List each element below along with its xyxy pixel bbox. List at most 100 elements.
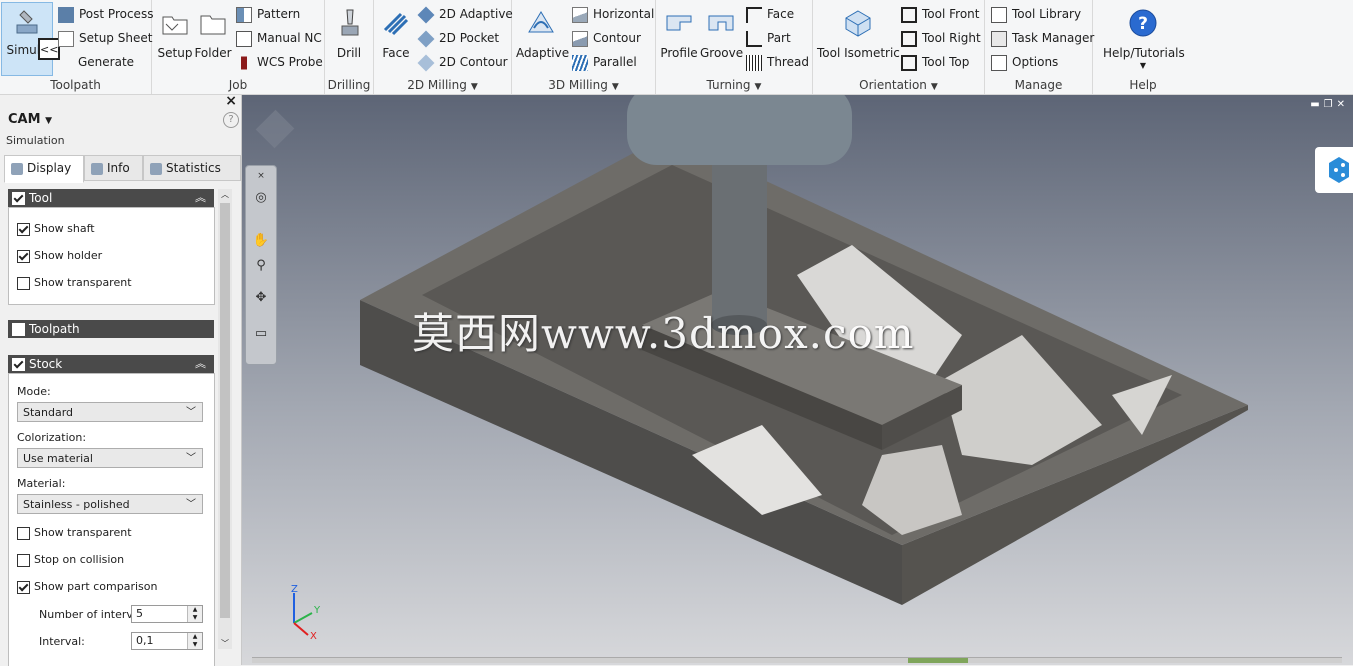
3d-viewport[interactable]: × ◎ ✋ ⚲ ✥ ▭ ▬❐✕ 莫西网www.3dmox.com Z Y X (242, 95, 1353, 665)
close-icon[interactable]: × (225, 93, 237, 109)
group-label-help: Help (1129, 78, 1157, 92)
tool-top-button[interactable]: Tool Top (901, 52, 969, 72)
horizontal-label: Horizontal (593, 7, 655, 21)
show-holder-label: Show holder (34, 249, 103, 262)
setup-button[interactable]: Setup (156, 4, 194, 60)
tool-front-label: Tool Front (922, 7, 980, 21)
face-button[interactable]: Face (378, 4, 414, 60)
interval-stepper[interactable]: 0,1 ▲ ▼ (131, 632, 203, 650)
restore-icon[interactable]: ❐ (1324, 99, 1337, 110)
part-button[interactable]: Part (746, 28, 791, 48)
show-holder-checkbox[interactable] (17, 249, 30, 263)
intervals-stepper[interactable]: 5 ▲ ▼ (131, 605, 203, 623)
adaptive-button[interactable]: Adaptive (516, 4, 569, 60)
tab-display[interactable]: Display (4, 155, 84, 183)
toolpath-section-checkbox[interactable] (12, 323, 25, 336)
stop-on-collision-checkbox[interactable] (17, 553, 30, 567)
task-manager-button[interactable]: Task Manager (991, 28, 1094, 48)
parallel-button[interactable]: Parallel (572, 52, 637, 72)
info-icon (91, 162, 103, 175)
show-part-comparison-label: Show part comparison (34, 580, 158, 593)
statistics-icon (150, 162, 162, 175)
wcs-probe-icon (241, 54, 247, 71)
stepper-arrows-icon[interactable]: ▲ ▼ (187, 606, 202, 622)
horizontal-button[interactable]: Horizontal (572, 4, 654, 24)
tool-show-transparent-checkbox[interactable] (17, 276, 30, 290)
colorization-select[interactable]: Use material ﹀ (17, 448, 203, 468)
post-process-button[interactable]: Post Process (58, 4, 153, 24)
2d-contour-button[interactable]: 2D Contour (417, 52, 508, 72)
tool-isometric-button[interactable]: Tool Isometric (817, 4, 900, 60)
timeline-thumb[interactable] (908, 658, 968, 663)
tool-section-checkbox[interactable] (12, 192, 25, 205)
tool-section-header[interactable]: Tool ︽ (8, 189, 214, 207)
chevron-down-icon: ▼ (754, 82, 762, 92)
stock-section-checkbox[interactable] (12, 358, 25, 371)
panel-title-dropdown[interactable]: CAM ▼ (8, 112, 52, 127)
show-holder-option[interactable]: Show holder (17, 249, 102, 263)
close-icon[interactable]: × (251, 166, 271, 186)
tab-info[interactable]: Info (84, 155, 143, 181)
mode-select[interactable]: Standard ﹀ (17, 402, 203, 422)
wcs-probe-label: WCS Probe (257, 55, 323, 69)
collapse-panel-button[interactable]: << (38, 38, 60, 60)
generate-button[interactable]: Generate (78, 52, 134, 72)
scroll-down-icon[interactable]: ﹀ (218, 638, 232, 649)
group-label-manage: Manage (1014, 78, 1063, 92)
2d-adaptive-button[interactable]: 2D Adaptive (417, 4, 513, 24)
timeline-scrollbar[interactable] (252, 657, 1342, 663)
tab-statistics-label: Statistics (166, 161, 221, 175)
tool-library-button[interactable]: Tool Library (991, 4, 1081, 24)
share-widget-icon[interactable] (1315, 147, 1353, 193)
tool-right-button[interactable]: Tool Right (901, 28, 981, 48)
contour-button[interactable]: Contour (572, 28, 641, 48)
2d-pocket-button[interactable]: 2D Pocket (417, 28, 499, 48)
stock-show-transparent-checkbox[interactable] (17, 526, 30, 540)
group-label-2d-milling[interactable]: 2D Milling ▼ (374, 78, 511, 92)
minimize-icon[interactable]: ▬ (1310, 99, 1323, 110)
stock-show-transparent-option[interactable]: Show transparent (17, 526, 132, 540)
setup-sheet-button[interactable]: Setup Sheet (58, 28, 152, 48)
stock-section-title: Stock (29, 357, 63, 371)
folder-button[interactable]: Folder (194, 4, 232, 60)
orbit-icon[interactable]: ✥ (251, 288, 271, 308)
scrollbar-thumb[interactable] (220, 203, 230, 618)
group-label-3d-milling[interactable]: 3D Milling ▼ (512, 78, 655, 92)
pan-icon[interactable]: ✋ (251, 231, 271, 251)
zoom-icon[interactable]: ⚲ (251, 256, 271, 276)
group-label-orientation[interactable]: Orientation ▼ (813, 78, 984, 92)
scroll-up-icon[interactable]: ︿ (218, 189, 232, 200)
face-icon (383, 12, 409, 36)
show-part-comparison-checkbox[interactable] (17, 580, 30, 594)
stop-on-collision-option[interactable]: Stop on collision (17, 553, 124, 567)
toolpath-section-header[interactable]: Toolpath (8, 320, 214, 338)
stepper-arrows-icon[interactable]: ▲ ▼ (187, 633, 202, 649)
tool-front-button[interactable]: Tool Front (901, 4, 979, 24)
show-part-comparison-option[interactable]: Show part comparison (17, 580, 157, 594)
look-at-icon[interactable]: ▭ (251, 324, 271, 344)
profile-button[interactable]: Profile (660, 4, 698, 60)
collapse-icon[interactable]: ︽ (195, 355, 206, 373)
turning-face-button[interactable]: Face (746, 4, 794, 24)
tab-statistics[interactable]: Statistics (143, 155, 241, 181)
help-tutorials-button[interactable]: ? Help/Tutorials ▼ (1103, 4, 1185, 70)
material-select[interactable]: Stainless - polished ﹀ (17, 494, 203, 514)
show-shaft-option[interactable]: Show shaft (17, 222, 95, 236)
panel-scrollbar[interactable]: ︿ ﹀ (218, 189, 232, 649)
close-icon[interactable]: ✕ (1337, 99, 1349, 110)
group-label-turning[interactable]: Turning ▼ (656, 78, 812, 92)
collapse-icon[interactable]: ︽ (195, 189, 206, 207)
show-shaft-checkbox[interactable] (17, 222, 30, 236)
help-icon[interactable]: ? (223, 112, 239, 128)
drill-button[interactable]: Drill (331, 4, 367, 60)
steering-wheel-icon[interactable]: ◎ (251, 188, 271, 208)
tool-show-transparent-option[interactable]: Show transparent (17, 276, 132, 290)
groove-button[interactable]: Groove (700, 4, 743, 60)
pattern-button[interactable]: Pattern (236, 4, 300, 24)
thread-button[interactable]: Thread (746, 52, 809, 72)
manual-nc-button[interactable]: Manual NC (236, 28, 322, 48)
options-button[interactable]: Options (991, 52, 1058, 72)
part-label: Part (767, 31, 791, 45)
wcs-probe-button[interactable]: WCS Probe (236, 52, 323, 72)
stock-section-header[interactable]: Stock ︽ (8, 355, 214, 373)
